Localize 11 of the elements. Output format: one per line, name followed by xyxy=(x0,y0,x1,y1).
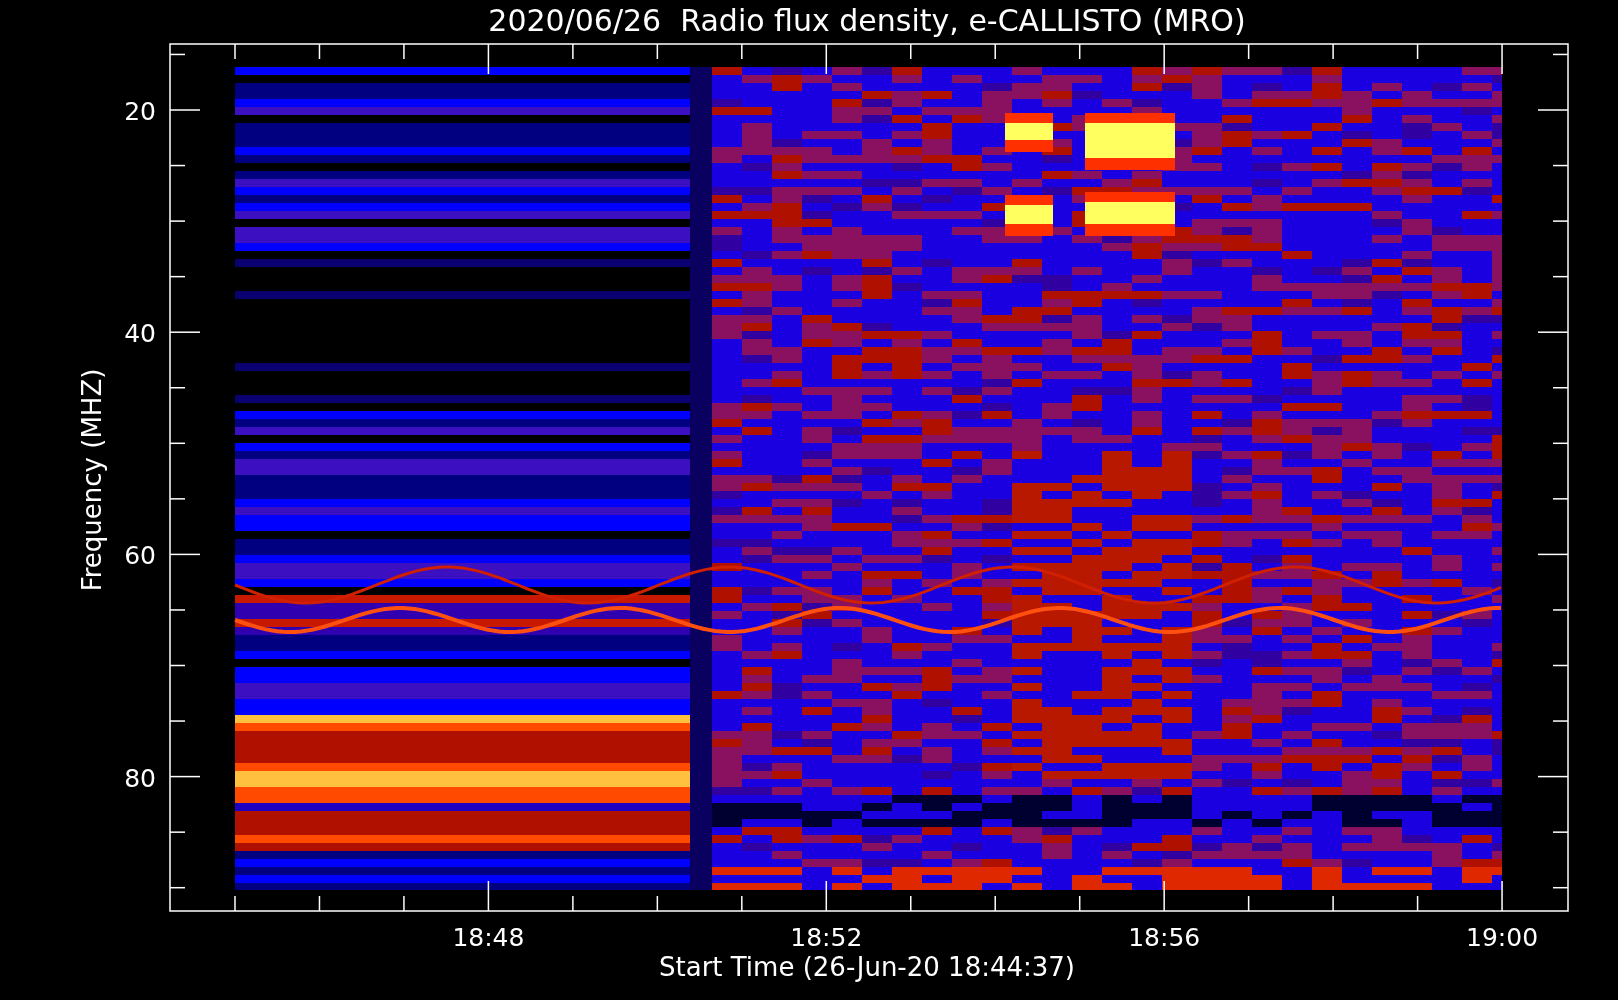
x-tick-label: 19:00 xyxy=(1466,923,1539,952)
x-tick-label: 18:52 xyxy=(790,923,863,952)
x-tick-label: 18:56 xyxy=(1128,923,1201,952)
y-tick-label: 40 xyxy=(124,319,156,349)
x-tick-label: 18:48 xyxy=(452,923,525,952)
y-axis-title: Frequency (MHZ) xyxy=(77,368,107,592)
y-tick-label: 60 xyxy=(124,541,156,571)
y-tick-label: 80 xyxy=(124,763,156,793)
chart-title: 2020/06/26 Radio flux density, e-CALLISTO (MRO) xyxy=(488,3,1246,38)
y-tick-label: 20 xyxy=(124,97,156,126)
x-axis-title: Start Time (26-Jun-20 18:44:37) xyxy=(659,952,1075,982)
